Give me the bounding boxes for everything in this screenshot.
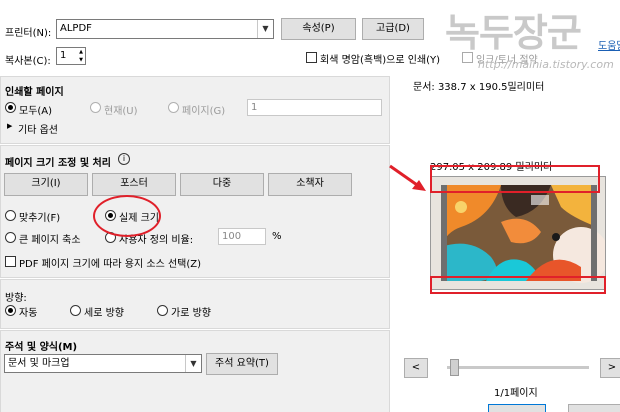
orientation-landscape-radio[interactable]	[157, 305, 168, 316]
annotation-rect-bottom	[430, 276, 606, 294]
orientation-landscape-label: 가로 방향	[171, 308, 211, 319]
pages-range-label: 페이지(G)	[182, 106, 226, 117]
orientation-heading: 방향:	[5, 293, 27, 304]
multiple-button[interactable]: 다중	[180, 173, 264, 196]
pages-all-label: 모두(A)	[19, 106, 53, 117]
chevron-down-icon: ▼	[185, 355, 201, 372]
page-slider-thumb[interactable]	[450, 359, 459, 376]
orientation-auto-radio[interactable]	[5, 305, 16, 316]
copies-stepper[interactable]: 1 ▲ ▼	[56, 47, 86, 65]
pages-current-label: 현재(U)	[104, 106, 138, 117]
info-icon[interactable]: i	[118, 153, 130, 165]
properties-button[interactable]: 속성(P)	[281, 18, 356, 40]
booklet-button[interactable]: 소책자	[268, 173, 352, 196]
stepper-arrows-icon[interactable]: ▲ ▼	[77, 48, 85, 64]
percent-sign: %	[272, 231, 282, 242]
advanced-button[interactable]: 고급(D)	[362, 18, 424, 40]
page-counter: 1/1페이지	[494, 388, 538, 399]
printer-label: 프린터(N):	[5, 28, 52, 39]
pages-range-radio[interactable]	[168, 102, 179, 113]
comments-select-value: 문서 및 마크업	[8, 358, 70, 369]
next-page-button[interactable]: >	[600, 358, 620, 378]
pages-heading: 인쇄할 페이지	[5, 87, 64, 98]
shrink-radio[interactable]	[5, 232, 16, 243]
comments-heading: 주석 및 양식(M)	[5, 342, 78, 353]
custom-scale-input[interactable]: 100	[218, 228, 266, 245]
prev-page-button[interactable]: <	[404, 358, 428, 378]
cancel-button[interactable]	[568, 404, 620, 412]
fit-radio[interactable]	[5, 210, 16, 221]
chevron-right-icon[interactable]: ▶	[7, 122, 12, 130]
orientation-auto-label: 자동	[19, 308, 38, 319]
pages-range-input[interactable]: 1	[247, 99, 382, 116]
chevron-down-icon: ▼	[257, 20, 273, 38]
printer-select[interactable]: ALPDF ▼	[56, 19, 274, 39]
grayscale-label: 회색 명암(흑백)으로 인쇄(Y)	[320, 55, 441, 66]
copies-value: 1	[60, 50, 67, 61]
doc-size-label: 문서: 338.7 x 190.5밀리미터	[413, 82, 545, 93]
page-slider-track[interactable]	[447, 366, 589, 369]
watermark-url: http://mainia.tistory.com	[478, 58, 614, 71]
preview-artwork	[431, 177, 605, 289]
pages-current-radio[interactable]	[90, 102, 101, 113]
size-button[interactable]: 크기(I)	[4, 173, 88, 196]
pages-all-radio[interactable]	[5, 102, 16, 113]
more-options-link[interactable]: 기타 옵션	[18, 121, 58, 136]
watermark-text: 녹두장군	[445, 11, 582, 55]
grayscale-checkbox[interactable]	[306, 52, 317, 63]
printer-select-value: ALPDF	[60, 23, 92, 34]
preview-page	[430, 176, 606, 290]
annotation-arrow	[389, 164, 426, 191]
orientation-portrait-label: 세로 방향	[84, 308, 124, 319]
summarize-comments-button[interactable]: 주석 요약(T)	[206, 353, 278, 375]
comments-select[interactable]: 문서 및 마크업 ▼	[4, 354, 202, 373]
help-link[interactable]: 도움말	[598, 37, 620, 52]
sizing-heading: 페이지 크기 조정 및 처리	[5, 158, 111, 169]
print-button[interactable]	[488, 404, 546, 412]
pdf-paper-checkbox[interactable]	[5, 256, 16, 267]
annotation-circle	[93, 195, 161, 237]
fit-label: 맞추기(F)	[19, 213, 61, 224]
pdf-paper-label: PDF 페이지 크기에 따라 용지 소스 선택(Z)	[19, 259, 202, 270]
orientation-portrait-radio[interactable]	[70, 305, 81, 316]
poster-button[interactable]: 포스터	[92, 173, 176, 196]
copies-label: 복사본(C):	[5, 56, 51, 67]
annotation-rect-top	[430, 165, 600, 193]
shrink-label: 큰 페이지 축소	[19, 235, 81, 246]
